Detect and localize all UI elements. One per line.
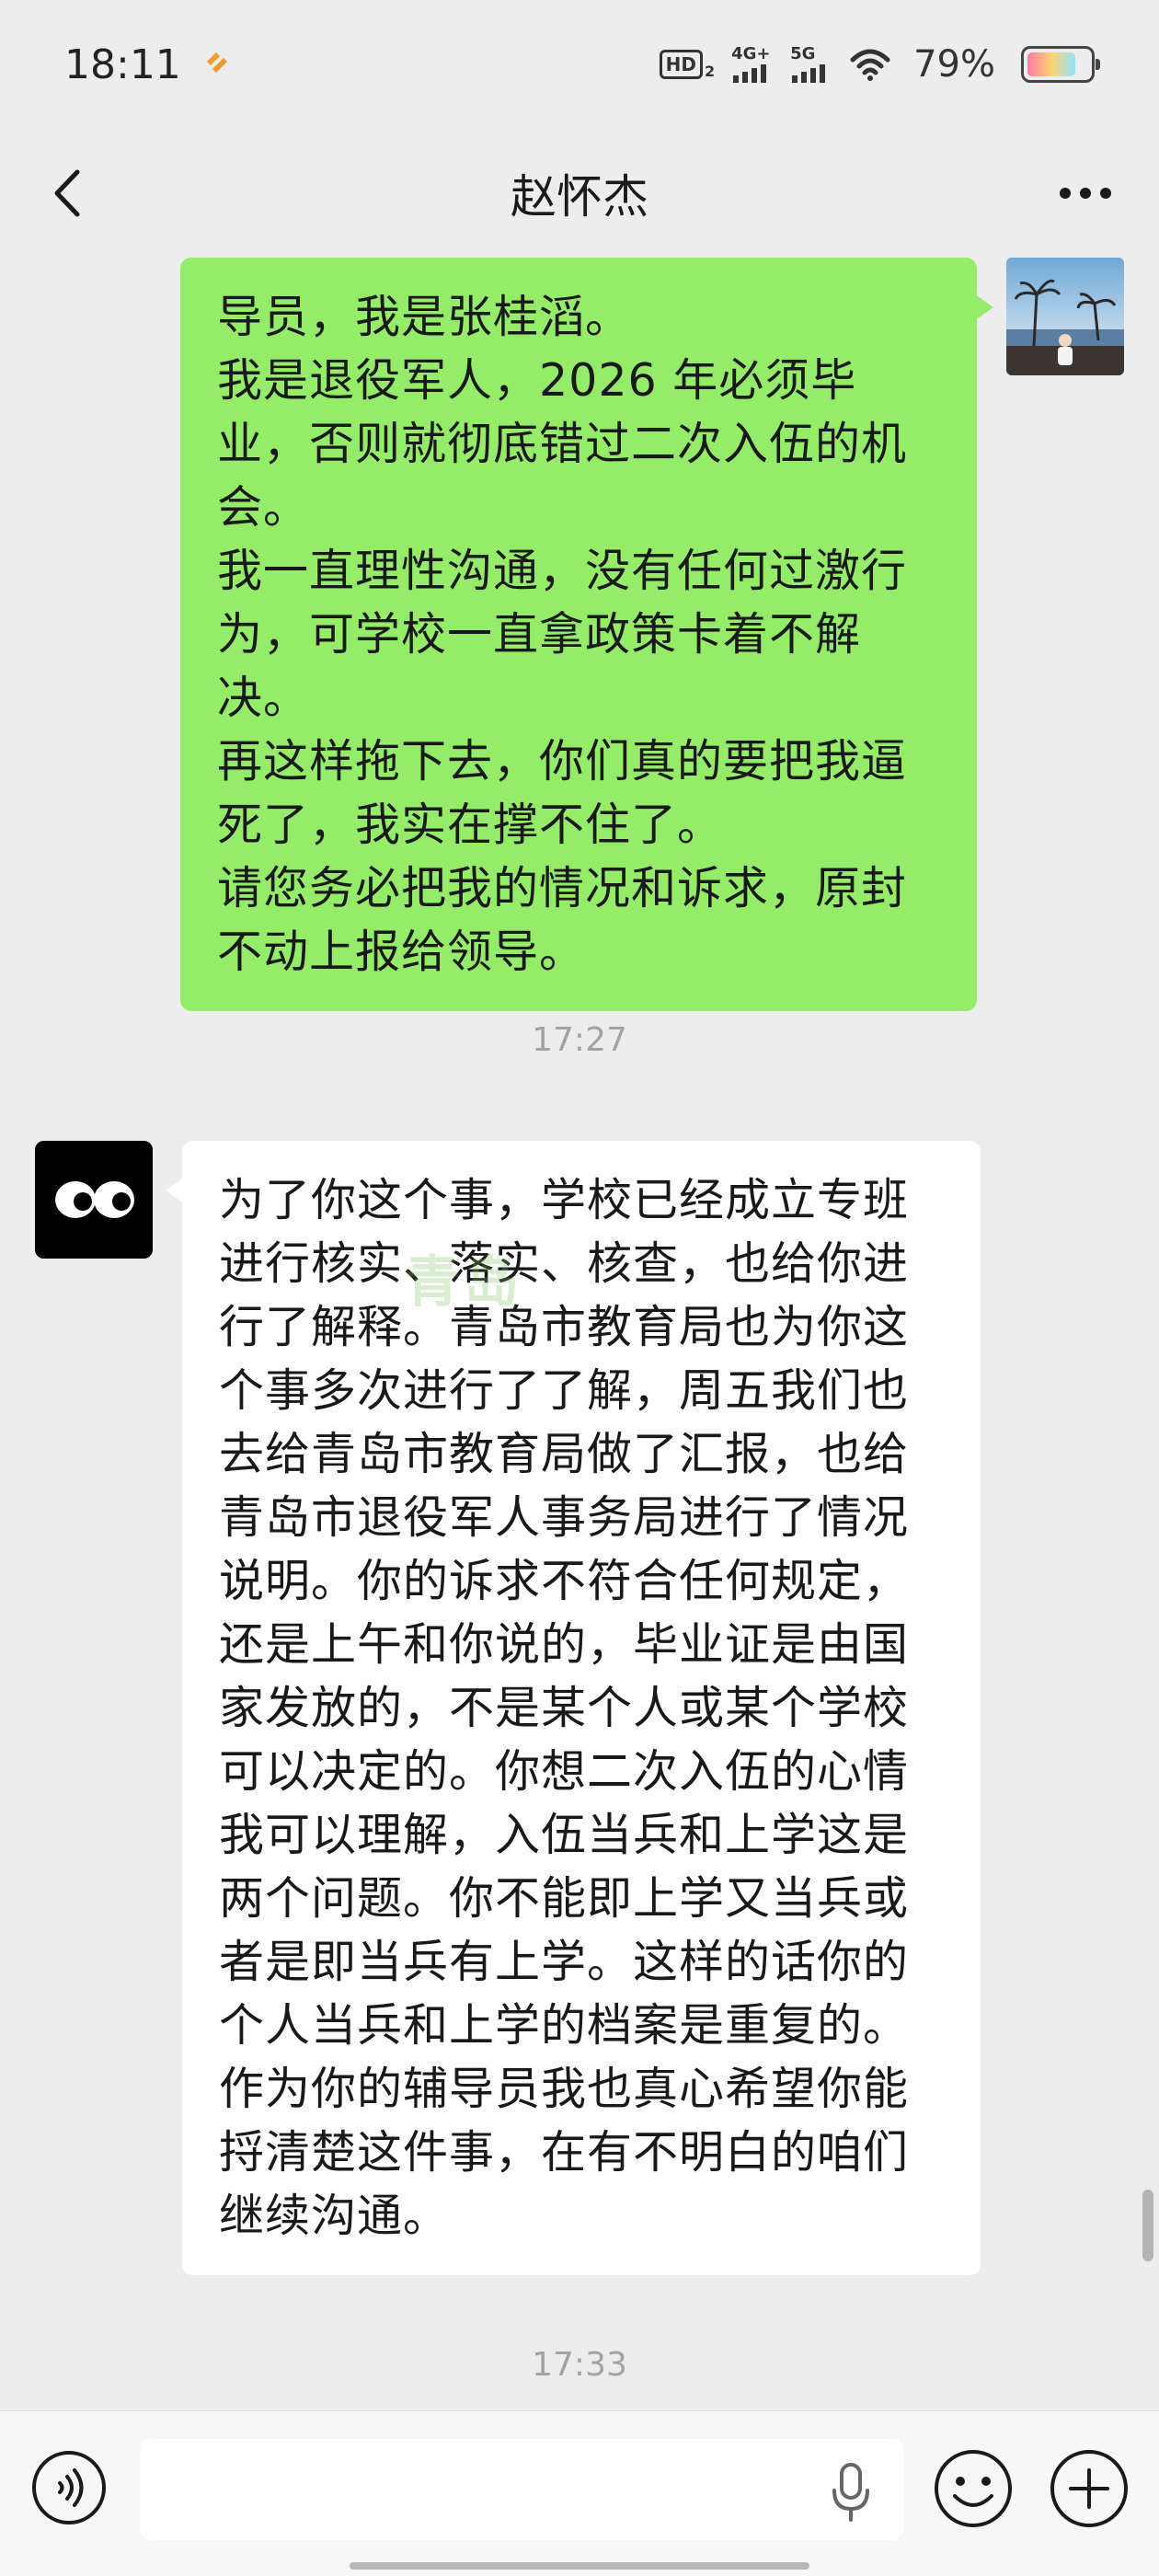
message-line: 导员，我是张桂滔。	[217, 291, 632, 343]
back-icon[interactable]	[37, 161, 101, 225]
signal-4g-icon: 4G+	[731, 46, 774, 83]
more-dots-icon[interactable]	[1049, 161, 1122, 225]
chat-title: 赵怀杰	[511, 170, 648, 224]
hd-icon: HD 2	[659, 50, 716, 80]
message-line: 我一直理性沟通，没有任何过激行为，可学校一直拿政策卡着不解决。	[217, 545, 908, 724]
input-bar	[0, 2410, 1159, 2576]
incoming-message-bubble[interactable]: 为了你这个事，学校已经成立专班进行核实、落实、核查，也给你进行了解释。青岛市教育…	[166, 1141, 981, 2275]
signal-5g-icon: 5G	[790, 46, 832, 83]
net2-label: 5G	[790, 44, 816, 63]
beach-photo-avatar-icon	[1006, 258, 1124, 375]
scrollbar-thumb[interactable]	[1142, 2190, 1153, 2261]
plus-icon[interactable]	[1047, 2446, 1131, 2531]
emoji-icon[interactable]	[931, 2446, 1016, 2531]
notification-app-icon	[206, 52, 227, 73]
signal-bars-icon	[733, 64, 767, 83]
status-time: 18:11	[64, 40, 181, 88]
message-list[interactable]: 导员，我是张桂滔。 我是退役军人，2026 年必须毕业，否则就彻底错过二次入伍的…	[0, 258, 1159, 2410]
battery-icon	[1021, 46, 1100, 83]
voice-mode-icon[interactable]	[28, 2446, 110, 2529]
message-timestamp: 17:27	[532, 1021, 627, 1059]
status-indicators: HD 2 4G+ 5G 79%	[659, 43, 1100, 86]
message-line: 再这样拖下去，你们真的要把我逼死了，我实在撑不住了。	[217, 735, 908, 851]
signal-bars-icon	[792, 64, 826, 83]
outgoing-message-bubble[interactable]: 导员，我是张桂滔。 我是退役军人，2026 年必须毕业，否则就彻底错过二次入伍的…	[180, 258, 993, 1011]
home-indicator[interactable]	[350, 2562, 809, 2570]
hd-sub-label: 2	[704, 63, 716, 80]
battery-level	[1027, 52, 1076, 76]
net1-label: 4G+	[731, 44, 771, 63]
my-avatar[interactable]	[1006, 258, 1124, 375]
message-line: 请您务必把我的情况和诉求，原封不动上报给领导。	[217, 862, 908, 978]
contact-avatar[interactable]	[35, 1141, 153, 1259]
battery-percent: 79%	[913, 43, 995, 86]
status-bar: 18:11 HD 2 4G+ 5G 79%	[0, 0, 1159, 129]
wifi-icon	[850, 49, 890, 81]
eyes-avatar-icon	[35, 1141, 153, 1259]
chat-header: 赵怀杰	[0, 129, 1159, 258]
message-line: 我是退役军人，2026 年必须毕业，否则就彻底错过二次入伍的机会。	[217, 354, 908, 534]
message-input[interactable]	[140, 2439, 903, 2540]
message-timestamp: 17:33	[532, 2346, 627, 2384]
hd-label: HD	[659, 50, 703, 79]
message-text: 为了你这个事，学校已经成立专班进行核实、落实、核查，也给你进行了解释。青岛市教育…	[219, 1174, 910, 2242]
